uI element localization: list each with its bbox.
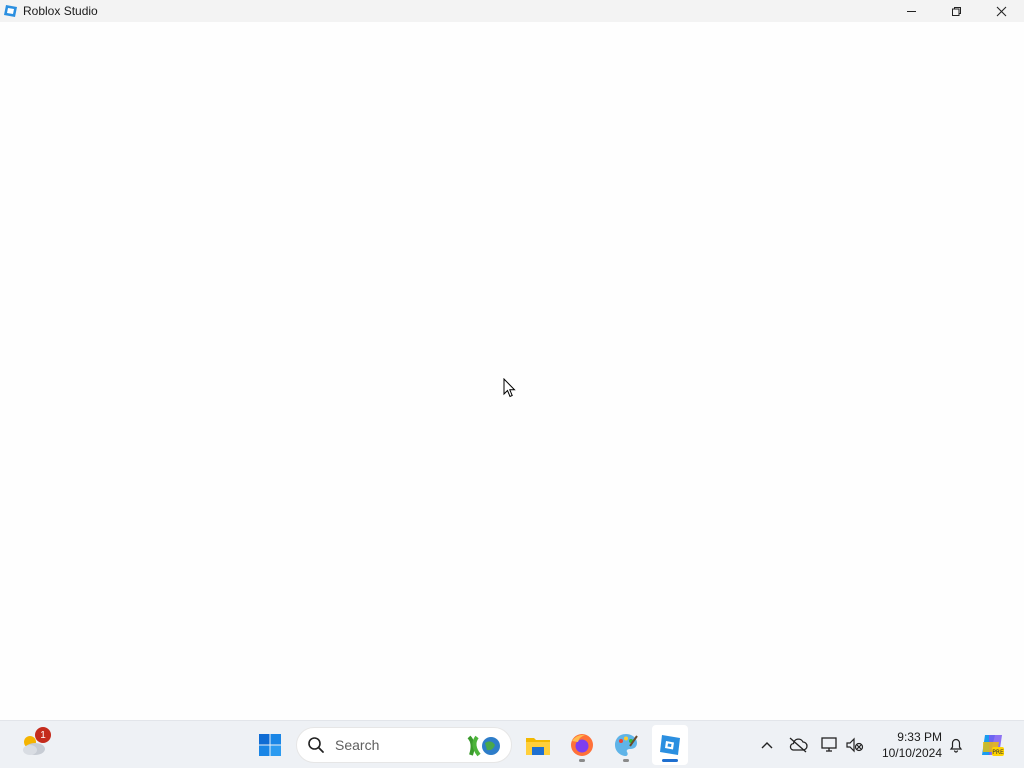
active-indicator <box>662 759 678 762</box>
window-titlebar[interactable]: Roblox Studio <box>0 0 1024 22</box>
close-button[interactable] <box>979 0 1024 22</box>
mouse-cursor-icon <box>503 378 516 398</box>
restore-icon <box>952 6 961 16</box>
clock-date: 10/10/2024 <box>881 746 942 760</box>
search-highlight-icon <box>467 735 500 757</box>
folder-icon <box>526 738 550 755</box>
minimize-icon <box>907 10 916 12</box>
svg-text:PRE: PRE <box>992 749 1004 756</box>
taskbar-search-box[interactable]: Search <box>296 727 512 763</box>
volume-tray-button[interactable] <box>844 725 866 765</box>
clock-time: 9:33 PM <box>897 730 942 744</box>
window-title: Roblox Studio <box>23 4 98 18</box>
taskbar-app-file-explorer[interactable] <box>520 725 556 765</box>
roblox-studio-icon <box>4 5 17 17</box>
cloud-offline-icon <box>789 737 808 753</box>
search-label: Search <box>335 737 380 753</box>
restore-button[interactable] <box>934 0 979 22</box>
taskbar-clock[interactable]: 9:33 PM 10/10/2024 <box>872 729 942 761</box>
taskbar-app-roblox-studio[interactable] <box>652 725 688 765</box>
onedrive-tray-button[interactable] <box>786 725 810 765</box>
running-indicator <box>579 759 585 762</box>
taskbar: 1 Search 9:33 PM 10/10/2024 PRE <box>0 720 1024 768</box>
firefox-icon <box>571 734 593 756</box>
chevron-up-icon <box>761 742 773 749</box>
search-icon <box>308 737 324 753</box>
notifications-button[interactable] <box>946 725 966 765</box>
copilot-button[interactable]: PRE <box>976 725 1008 765</box>
running-indicator <box>623 759 629 762</box>
weather-widget[interactable]: 1 <box>14 725 54 765</box>
network-icon <box>821 737 837 752</box>
notification-badge: 1 <box>35 727 51 743</box>
show-hidden-icons-button[interactable] <box>756 725 778 765</box>
roblox-studio-icon <box>660 735 680 755</box>
minimize-button[interactable] <box>889 0 934 22</box>
copilot-icon: PRE <box>982 735 1004 756</box>
start-button[interactable] <box>252 725 288 765</box>
taskbar-app-firefox[interactable] <box>564 725 600 765</box>
close-icon <box>996 6 1007 16</box>
taskbar-app-paint[interactable] <box>608 725 644 765</box>
paint-palette-icon <box>615 734 638 756</box>
studio-client-area[interactable] <box>0 22 1024 720</box>
network-tray-button[interactable] <box>818 725 842 765</box>
bell-icon <box>949 738 963 753</box>
volume-muted-icon <box>846 737 864 753</box>
windows-start-icon <box>259 734 281 756</box>
window-controls <box>889 0 1024 22</box>
